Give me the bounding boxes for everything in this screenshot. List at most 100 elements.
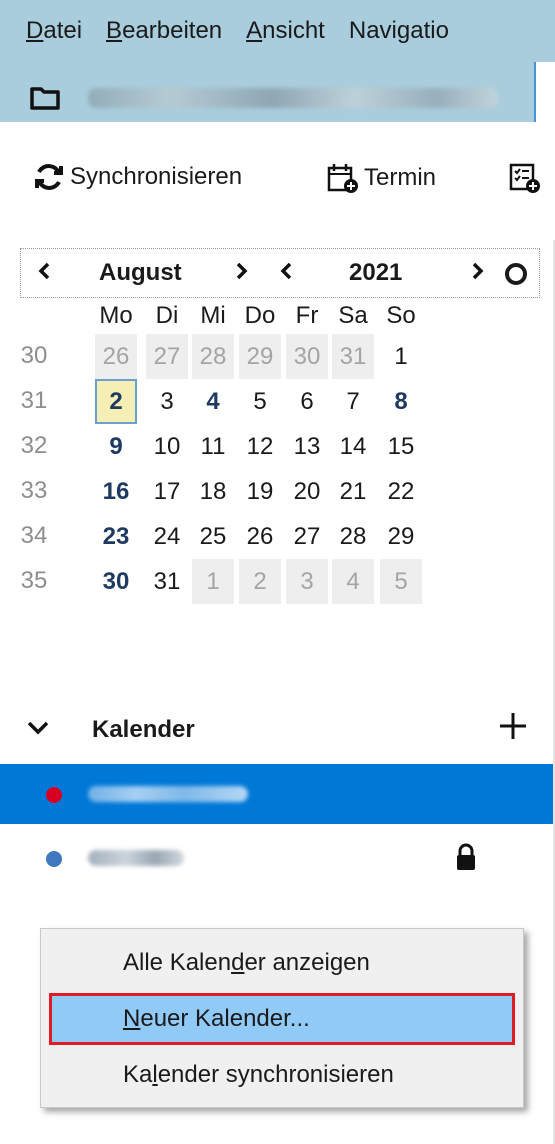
weekday-label: Mi	[200, 302, 226, 329]
menu-navigation[interactable]: Navigatio	[349, 17, 449, 45]
synchronize-calendars-menu-item[interactable]: Kalender synchronisieren	[49, 1049, 515, 1101]
day-cell[interactable]: 10	[146, 424, 188, 469]
weekday-label: Di	[155, 302, 179, 329]
add-calendar-icon[interactable]	[497, 710, 529, 742]
day-cell[interactable]: 8	[380, 379, 422, 424]
day-cell[interactable]: 30	[95, 559, 137, 604]
day-cell[interactable]: 28	[192, 334, 234, 379]
day-cell[interactable]: 13	[286, 424, 328, 469]
day-cell[interactable]: 29	[239, 334, 281, 379]
weekday-label: Fr	[295, 302, 319, 329]
calendar-name-redacted	[88, 850, 184, 866]
synchronize-button[interactable]: Synchronisieren	[32, 162, 242, 192]
day-cell[interactable]: 2	[95, 379, 137, 424]
day-cell[interactable]: 19	[239, 469, 281, 514]
new-event-button[interactable]: Termin	[326, 162, 436, 194]
week-number: 33	[20, 477, 48, 504]
menu-ansicht[interactable]: Ansicht	[246, 17, 325, 45]
calendar-list-title: Kalender	[92, 716, 195, 743]
day-cell[interactable]: 11	[192, 424, 234, 469]
day-cell[interactable]: 25	[192, 514, 234, 559]
mini-month-grid: 30 26 27 28 29 30 31 1 31 2 3 4 5 6 7 8 32 9 10 11 12 13 14 15 3…	[20, 334, 540, 604]
weekday-label: Do	[244, 302, 276, 329]
new-calendar-menu-item[interactable]: Neuer Kalender...	[49, 993, 515, 1045]
day-cell[interactable]: 23	[95, 514, 137, 559]
next-month-chevron-icon[interactable]	[235, 259, 249, 290]
day-cell[interactable]: 27	[286, 514, 328, 559]
chevron-down-icon[interactable]	[26, 720, 50, 736]
weekday-label: Sa	[338, 302, 368, 329]
day-cell[interactable]: 22	[380, 469, 422, 514]
mini-month-calendar: August 2021 Mo Di Mi Do Fr Sa So 30 26 27 28 29 30 3…	[20, 248, 540, 604]
calendar-color-dot	[46, 787, 62, 803]
day-cell[interactable]: 26	[95, 334, 137, 379]
menu-datei[interactable]: Datei	[26, 17, 82, 45]
tab-strip	[0, 62, 555, 122]
calendar-context-menu: Alle Kalender anzeigen Neuer Kalender...…	[40, 928, 524, 1108]
day-cell[interactable]: 17	[146, 469, 188, 514]
day-cell[interactable]: 30	[286, 334, 328, 379]
new-task-icon	[509, 163, 540, 193]
day-cell[interactable]: 6	[286, 379, 328, 424]
previous-year-chevron-icon[interactable]	[279, 259, 293, 290]
new-task-button[interactable]	[508, 162, 546, 194]
day-cell[interactable]: 20	[286, 469, 328, 514]
weekday-label: Mo	[99, 302, 133, 329]
week-number: 30	[20, 342, 48, 369]
day-cell[interactable]: 24	[146, 514, 188, 559]
day-cell[interactable]: 5	[239, 379, 281, 424]
previous-month-chevron-icon[interactable]	[37, 259, 51, 290]
day-cell[interactable]: 29	[380, 514, 422, 559]
week-number: 34	[20, 522, 48, 549]
day-cell[interactable]: 1	[192, 559, 234, 604]
week-row: 30 26 27 28 29 30 31 1	[20, 334, 540, 379]
go-to-today-icon[interactable]	[505, 263, 527, 285]
day-cell[interactable]: 16	[95, 469, 137, 514]
menu-bearbeiten[interactable]: Bearbeiten	[106, 17, 222, 45]
day-cell[interactable]: 12	[239, 424, 281, 469]
next-year-chevron-icon[interactable]	[471, 259, 485, 290]
folder-icon	[30, 87, 60, 110]
day-cell[interactable]: 31	[332, 334, 374, 379]
day-cell[interactable]: 28	[332, 514, 374, 559]
calendar-name-redacted	[88, 786, 248, 802]
day-cell[interactable]: 4	[192, 379, 234, 424]
calendar-item-1[interactable]	[0, 764, 555, 824]
mini-month-header: August 2021	[20, 248, 540, 298]
day-cell[interactable]: 5	[380, 559, 422, 604]
weekday-label: So	[386, 302, 416, 329]
calendar-toolbar: Synchronisieren Termin	[0, 122, 555, 240]
day-cell[interactable]: 14	[332, 424, 374, 469]
new-event-label: Termin	[364, 164, 437, 191]
calendar-item-2[interactable]	[0, 828, 555, 888]
day-cell[interactable]: 7	[332, 379, 374, 424]
day-cell[interactable]: 3	[286, 559, 328, 604]
day-cell[interactable]: 2	[239, 559, 281, 604]
week-number: 31	[20, 387, 48, 414]
show-all-calendars-menu-item[interactable]: Alle Kalender anzeigen	[49, 937, 515, 989]
active-tab-edge[interactable]	[534, 62, 555, 122]
day-cell[interactable]: 26	[239, 514, 281, 559]
week-row: 33 16 17 18 19 20 21 22	[20, 469, 540, 514]
year-label[interactable]: 2021	[349, 259, 402, 287]
day-cell[interactable]: 1	[380, 334, 422, 379]
lock-icon	[457, 843, 475, 870]
day-cell[interactable]: 18	[192, 469, 234, 514]
day-cell[interactable]: 15	[380, 424, 422, 469]
day-cell[interactable]: 4	[332, 559, 374, 604]
synchronize-label: Synchronisieren	[70, 163, 243, 190]
tab-title-redacted[interactable]	[88, 88, 498, 108]
day-cell[interactable]: 3	[146, 379, 188, 424]
calendar-list-header: Kalender	[0, 700, 555, 760]
week-number: 35	[20, 567, 48, 594]
weekday-header: Mo Di Mi Do Fr Sa So	[20, 298, 540, 334]
day-cell[interactable]: 31	[146, 559, 188, 604]
month-label[interactable]: August	[99, 259, 182, 287]
sync-icon	[35, 164, 63, 190]
week-number: 32	[20, 432, 48, 459]
day-cell[interactable]: 27	[146, 334, 188, 379]
week-row: 32 9 10 11 12 13 14 15	[20, 424, 540, 469]
day-cell[interactable]: 21	[332, 469, 374, 514]
day-cell[interactable]: 9	[95, 424, 137, 469]
week-row: 35 30 31 1 2 3 4 5	[20, 559, 540, 604]
